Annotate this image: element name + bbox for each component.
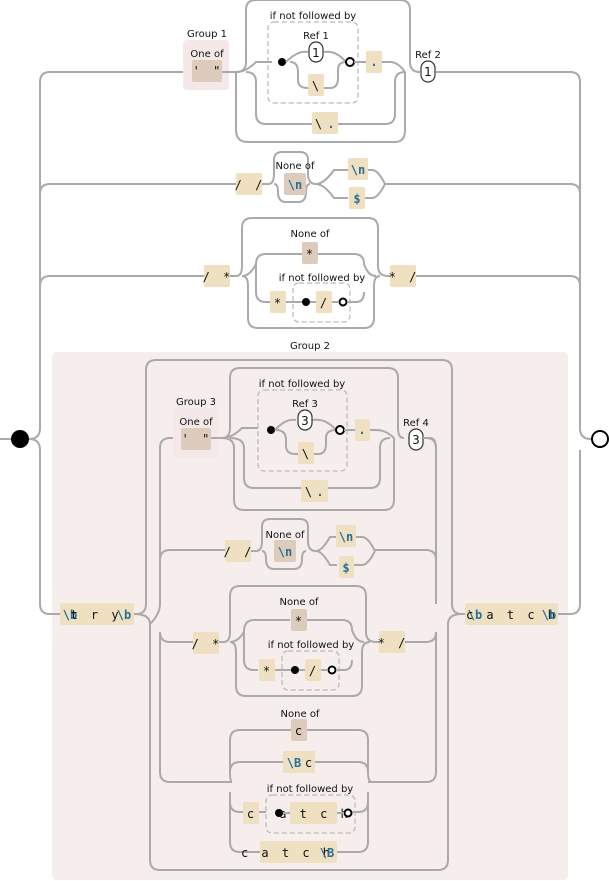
diagram-text: \n [278, 545, 292, 559]
railroad-diagram: Group 2 Group 1 One of ' " if not follow… [0, 0, 609, 880]
diagram-text: . [370, 55, 377, 69]
lookahead-label: if not followed by [270, 11, 357, 22]
diagram-text: Ref 4 [403, 418, 429, 429]
diagram-text: . [316, 485, 323, 499]
diagram-text: * [306, 247, 316, 261]
group1-label: Group 1 [187, 29, 227, 40]
diagram-text: None of [276, 161, 315, 172]
diagram-text: Group 3 [176, 397, 216, 408]
diagram-text: 1 [424, 65, 432, 79]
diagram-text: / / [235, 178, 266, 192]
diagram-text: / [320, 296, 330, 310]
diagram-text: \b [542, 608, 556, 622]
diagram-text: None of [280, 597, 319, 608]
rail-path [323, 50, 347, 63]
diagram-text: if not followed by [259, 379, 346, 390]
diagram-text: * [295, 614, 305, 628]
rail-path [385, 183, 581, 195]
diagram-text: $ [342, 561, 349, 575]
rail-path [255, 264, 270, 303]
diagram-text: Ref 1 [303, 31, 329, 42]
diagram-text: None of [291, 229, 330, 240]
diagram-text: * / [378, 636, 409, 650]
diagram-text: * [263, 664, 273, 678]
lookahead-start-icon [278, 58, 286, 66]
rail-path [245, 71, 312, 125]
node-marker-icon [335, 425, 345, 435]
rail-path [324, 61, 347, 89]
diagram-text: if not followed by [268, 640, 355, 651]
diagram-text: None of [266, 530, 305, 541]
diagram-text: c [247, 807, 257, 821]
rail-path [368, 169, 386, 185]
diagram-text: * [274, 296, 284, 310]
diagram-text: if not followed by [279, 273, 366, 284]
diagram-text: \n [339, 530, 353, 544]
group2-label: Group 2 [290, 341, 330, 352]
rail-path [285, 50, 309, 63]
diagram-text: ' " [182, 432, 213, 446]
node-marker-icon [291, 666, 299, 674]
diagram-text: / * [203, 270, 234, 284]
diagram-text: None of [281, 709, 320, 720]
oneof-label: One of [190, 49, 224, 60]
rail-path [39, 275, 204, 287]
diagram-text: if not followed by [267, 784, 354, 795]
node-marker-icon [343, 808, 353, 818]
diagram-text: \n [288, 178, 302, 192]
diagram-text: \ [302, 447, 312, 461]
diagram-text: \B [287, 756, 301, 770]
diagram-text: 1 [312, 46, 320, 60]
rail-path [235, 61, 272, 73]
diagram-text: 3 [412, 433, 420, 447]
rail-path [382, 61, 406, 73]
diagram-text: \ [312, 79, 322, 93]
diagram-text: \B [320, 846, 334, 860]
node-marker-icon [267, 426, 275, 434]
start-marker-icon [11, 430, 29, 448]
diagram-text: 3 [301, 414, 309, 428]
diagram-text: / [309, 664, 319, 678]
diagram-text: One of [179, 417, 213, 428]
rail-path [416, 275, 581, 287]
diagram-text: . [327, 117, 334, 131]
diagram-text: / / [224, 545, 255, 559]
diagram-text: / * [192, 637, 223, 651]
diagram-text: \b [117, 608, 131, 622]
diagram-text: $ [353, 192, 360, 206]
diagram-text: \ [305, 485, 315, 499]
node-marker-icon [302, 298, 310, 306]
rail-path [289, 61, 310, 89]
rail-path [315, 169, 348, 185]
rail-path [39, 183, 236, 195]
diagram-text: ' " [193, 64, 224, 78]
rail-path [365, 183, 386, 199]
rail-path [315, 183, 348, 199]
end-marker-icon [591, 430, 609, 448]
diagram-text: t r y [70, 608, 121, 622]
diagram-text: . [358, 423, 365, 437]
rail-path [338, 71, 406, 125]
diagram-text: Ref 3 [292, 399, 318, 410]
diagram-text: \ [315, 117, 325, 131]
diagram-text: c [305, 756, 315, 770]
diagram-text: * / [389, 270, 420, 284]
node-marker-icon [338, 297, 348, 307]
lookahead-end-icon [345, 57, 355, 67]
diagram-text: c [295, 724, 305, 738]
node-marker-icon [327, 665, 337, 675]
diagram-text: Ref 2 [415, 50, 441, 61]
diagram-text: \n [351, 163, 365, 177]
